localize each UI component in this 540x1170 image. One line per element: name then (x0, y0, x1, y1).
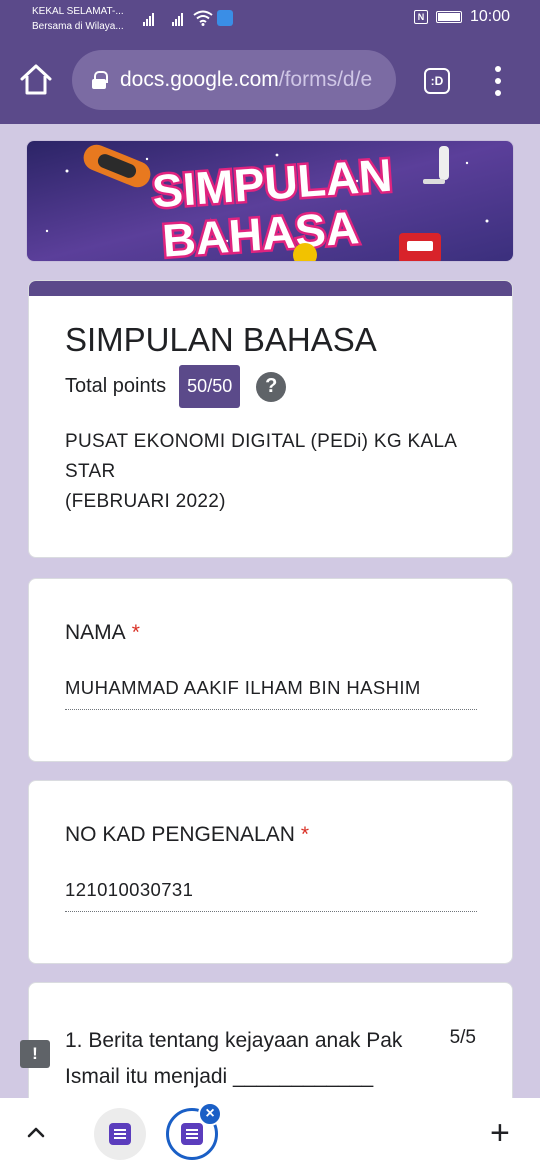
total-points-row: Total points 50/50 ? (65, 365, 287, 408)
required-asterisk: * (300, 823, 310, 846)
accent-bar (29, 281, 512, 296)
url-path: /forms/d/e (278, 68, 373, 91)
url-host: docs.google.com (120, 68, 279, 91)
signal-icon (143, 10, 154, 26)
status-bar: KEKAL SELAMAT-... Bersama di Wilaya... N… (0, 0, 540, 38)
forms-icon (181, 1123, 203, 1145)
form-title: SIMPULAN BAHASA (65, 321, 377, 358)
score-badge: 50/50 (179, 365, 241, 408)
browser-toolbar: docs.google.com/forms/d/e :D (0, 38, 540, 124)
question-card-ic-number: NO KAD PENGENALAN * 121010030731 (28, 780, 513, 964)
plus-icon[interactable]: + (490, 1116, 510, 1150)
question-label: NO KAD PENGENALAN * (65, 823, 309, 847)
help-icon[interactable]: ? (256, 371, 287, 402)
app-notification-icon (217, 10, 233, 26)
question-label-text: NAMA (65, 621, 126, 644)
status-right: N 10:00 (413, 8, 510, 26)
answer-text: 121010030731 (65, 879, 477, 912)
required-asterisk: * (131, 621, 140, 644)
signal-icon (172, 10, 183, 26)
more-vert-icon[interactable] (486, 66, 510, 96)
form-description-line-1: PUSAT EKONOMI DIGITAL (PEDi) KG KALA STA… (65, 431, 457, 482)
carrier-info: KEKAL SELAMAT-... Bersama di Wilaya... (32, 4, 124, 34)
nfc-icon: N (413, 10, 428, 24)
wifi-icon (193, 10, 213, 26)
form-description-line-2: (FEBRUARI 2022) (65, 491, 226, 512)
battery-icon (435, 11, 462, 23)
question-card-nama: NAMA * MUHAMMAD AAKIF ILHAM BIN HASHIM (28, 578, 513, 762)
close-icon[interactable]: × (198, 1102, 222, 1126)
forms-icon (109, 1123, 131, 1145)
carrier-line-1: KEKAL SELAMAT-... (32, 6, 124, 17)
carrier-line-2: Bersama di Wilaya... (32, 21, 124, 32)
form-title-card: SIMPULAN BAHASA Total points 50/50 ? PUS… (28, 280, 513, 558)
question-label-text: NO KAD PENGENALAN (65, 823, 295, 846)
question-label: NAMA * (65, 621, 140, 645)
tab-forms-1[interactable] (94, 1108, 146, 1160)
form-description: PUSAT EKONOMI DIGITAL (PEDi) KG KALA STA… (65, 427, 495, 517)
clock: 10:00 (469, 8, 510, 25)
form-header-image: SIMPULAN BAHASA (26, 140, 514, 262)
home-icon[interactable] (18, 62, 54, 98)
tab-bar: × + (0, 1098, 540, 1170)
reader-mode-icon[interactable]: :D (424, 68, 450, 94)
feedback-icon[interactable]: ! (20, 1040, 50, 1068)
lock-icon (92, 71, 108, 89)
address-bar[interactable]: docs.google.com/forms/d/e (72, 50, 396, 110)
question-text: 1. Berita tentang kejayaan anak Pak Isma… (65, 1029, 403, 1088)
total-points-label: Total points (65, 375, 167, 397)
chevron-up-icon[interactable] (26, 1122, 46, 1142)
url-text[interactable]: docs.google.com/forms/d/e (120, 68, 372, 92)
question-score: 5/5 (449, 1027, 476, 1048)
answer-text: MUHAMMAD AAKIF ILHAM BIN HASHIM (65, 677, 477, 710)
